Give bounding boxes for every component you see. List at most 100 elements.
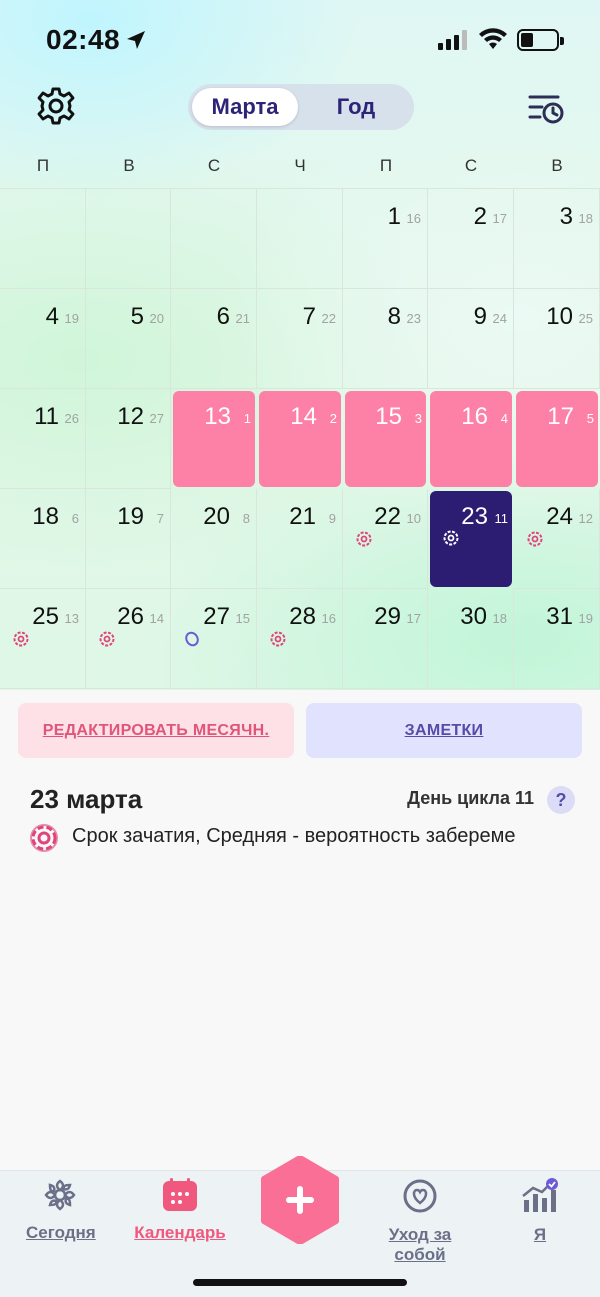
- weekday-label: С: [464, 156, 478, 175]
- calendar-day-23[interactable]: 23 11: [430, 491, 512, 587]
- calendar-day-28[interactable]: 28 16: [257, 589, 343, 689]
- settings-button[interactable]: [36, 86, 76, 126]
- calendar-day-16[interactable]: 16 4: [430, 391, 512, 487]
- calendar-day-19[interactable]: 19 7: [86, 489, 171, 589]
- fertile-flower-icon: [99, 631, 115, 647]
- calendar-icon: [163, 1178, 197, 1211]
- battery-icon: [517, 29, 564, 51]
- calendar-day-27[interactable]: 27 15: [171, 589, 257, 689]
- notes-button[interactable]: ЗАМЕТКИ: [306, 703, 582, 758]
- fertile-flower-icon: [270, 631, 286, 647]
- day-number: 13: [204, 403, 231, 430]
- calendar-day-14[interactable]: 14 2: [259, 391, 341, 487]
- weekday-label: С: [207, 156, 221, 175]
- cellular-signal-icon: [438, 30, 467, 50]
- calendar-day-8[interactable]: 8 23: [343, 289, 428, 389]
- calendar-day-17[interactable]: 17 5: [516, 391, 598, 487]
- day-number: 8: [387, 303, 401, 330]
- calendar-day-6[interactable]: 6 21: [171, 289, 257, 389]
- calendar-day-30[interactable]: 30 18: [428, 589, 514, 689]
- calendar-day-11[interactable]: 11 26: [0, 389, 86, 489]
- list-clock-icon: [528, 95, 564, 124]
- chart-icon: [522, 1178, 558, 1212]
- cycle-day-number: 16: [321, 611, 336, 626]
- day-number: 2: [473, 203, 487, 230]
- day-number: 17: [547, 403, 574, 430]
- weekday-label: В: [123, 156, 135, 175]
- tab-me[interactable]: Я: [520, 1178, 560, 1245]
- tab-today-label: Сегодня: [26, 1223, 96, 1242]
- calendar-day-13[interactable]: 13 1: [173, 391, 255, 487]
- day-number: 7: [302, 303, 316, 330]
- cycle-day-number: 2: [329, 411, 337, 426]
- calendar-empty-cell: [257, 189, 343, 289]
- calendar-day-2[interactable]: 2 17: [428, 189, 514, 289]
- calendar-day-4[interactable]: 4 19: [0, 289, 86, 389]
- calendar-day-21[interactable]: 21 9: [257, 489, 343, 589]
- segment-month[interactable]: Марта: [192, 88, 298, 126]
- wifi-icon: [479, 28, 507, 49]
- day-number: 12: [117, 403, 144, 430]
- history-button[interactable]: [526, 88, 566, 128]
- status-bar: 02:48: [0, 0, 600, 80]
- calendar-day-1[interactable]: 1 16: [343, 189, 428, 289]
- tab-today[interactable]: Сегодня: [26, 1178, 96, 1243]
- calendar-day-20[interactable]: 20 8: [171, 489, 257, 589]
- calendar-day-3[interactable]: 3 18: [514, 189, 600, 289]
- day-number: 30: [460, 603, 487, 630]
- calendar-day-29[interactable]: 29 17: [343, 589, 428, 689]
- cycle-day-number: 8: [242, 511, 250, 526]
- notes-label: ЗАМЕТКИ: [404, 721, 484, 739]
- calendar-day-31[interactable]: 31 19: [514, 589, 600, 689]
- cycle-day-number: 21: [235, 311, 250, 326]
- cycle-day-number: 14: [149, 611, 164, 626]
- tab-calendar[interactable]: Календарь: [133, 1178, 227, 1243]
- weekday-header: П В С Ч П С В: [0, 156, 600, 180]
- cycle-day-number: 18: [492, 611, 507, 626]
- day-number: 21: [289, 503, 316, 530]
- calendar-day-18[interactable]: 18 6: [0, 489, 86, 589]
- cycle-day-number: 12: [578, 511, 593, 526]
- calendar-empty-cell: [0, 189, 86, 289]
- day-number: 15: [375, 403, 402, 430]
- calendar-day-15[interactable]: 15 3: [345, 391, 426, 487]
- calendar-day-12[interactable]: 12 27: [86, 389, 171, 489]
- status-time: 02:48: [46, 24, 121, 55]
- plus-icon: [261, 1155, 339, 1245]
- day-number: 10: [546, 303, 573, 330]
- cycle-day-number: 24: [492, 311, 507, 326]
- weekday-label: П: [36, 156, 50, 175]
- cycle-day-number: 16: [406, 211, 421, 226]
- calendar-day-25[interactable]: 25 13: [0, 589, 86, 689]
- calendar-day-24[interactable]: 24 12: [514, 489, 600, 589]
- day-number: 5: [130, 303, 144, 330]
- cycle-day-label: День цикла 11: [407, 788, 534, 808]
- calendar-day-26[interactable]: 26 14: [86, 589, 171, 689]
- tab-self-care[interactable]: Уход за собой: [362, 1178, 478, 1265]
- cycle-day-number: 7: [156, 511, 164, 526]
- calendar-day-22[interactable]: 22 10: [343, 489, 428, 589]
- help-button[interactable]: ?: [547, 786, 575, 814]
- edit-period-button[interactable]: РЕДАКТИРОВАТЬ МЕСЯЧН.: [18, 703, 294, 758]
- calendar-day-5[interactable]: 5 20: [86, 289, 171, 389]
- cycle-day-number: 19: [578, 611, 593, 626]
- cycle-day-number: 25: [578, 311, 593, 326]
- segment-year[interactable]: Год: [306, 88, 406, 126]
- edit-period-label: РЕДАКТИРОВАТЬ МЕСЯЧН.: [42, 721, 270, 739]
- cycle-day-number: 17: [492, 211, 507, 226]
- calendar-day-7[interactable]: 7 22: [257, 289, 343, 389]
- weekday-label: П: [379, 156, 393, 175]
- calendar-day-9[interactable]: 9 24: [428, 289, 514, 389]
- view-segmented-control: Марта Год: [188, 84, 414, 130]
- day-number: 19: [117, 503, 144, 530]
- cycle-day-number: 9: [328, 511, 336, 526]
- day-number: 22: [374, 503, 401, 530]
- day-number: 20: [203, 503, 230, 530]
- day-number: 3: [559, 203, 573, 230]
- calendar-day-10[interactable]: 10 25: [514, 289, 600, 389]
- add-entry-button[interactable]: [260, 1155, 340, 1245]
- day-number: 4: [45, 303, 59, 330]
- cycle-day-number: 6: [71, 511, 79, 526]
- day-number: 28: [289, 603, 316, 630]
- day-number: 31: [546, 603, 573, 630]
